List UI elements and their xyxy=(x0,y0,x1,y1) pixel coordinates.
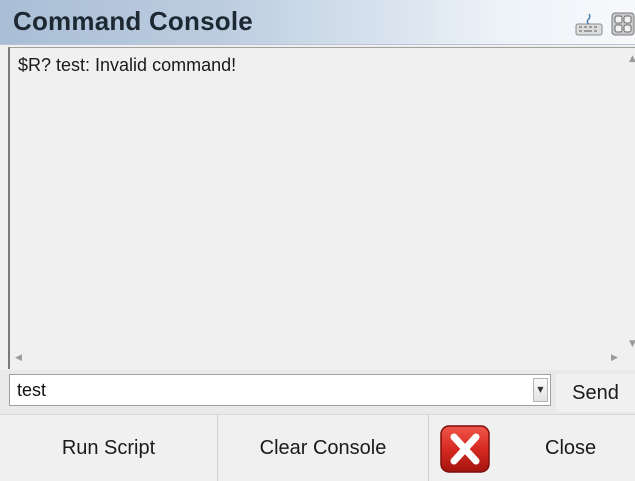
close-x-icon xyxy=(440,425,490,473)
grid-icon[interactable] xyxy=(611,12,635,36)
console-output[interactable]: $R? test: Invalid command! ▲ ▼ ◀ ▶ xyxy=(8,47,635,369)
command-input[interactable] xyxy=(10,375,530,405)
command-combobox[interactable]: ▼ xyxy=(9,374,551,406)
run-script-button[interactable]: Run Script xyxy=(0,415,218,481)
title-bar: Command Console xyxy=(0,0,635,45)
command-console-window: Command Console $R? test: Invalid comman… xyxy=(0,0,635,481)
dropdown-arrow-icon[interactable]: ▼ xyxy=(533,378,548,402)
close-button[interactable]: Close xyxy=(429,415,635,481)
scroll-up-arrow-icon[interactable]: ▲ xyxy=(629,55,635,64)
clear-console-button[interactable]: Clear Console xyxy=(218,415,429,481)
scroll-down-arrow-icon[interactable]: ▼ xyxy=(629,340,635,349)
send-button[interactable]: Send xyxy=(556,374,635,412)
bottom-button-bar: Run Script Clear Console Close xyxy=(0,414,635,481)
console-output-line: $R? test: Invalid command! xyxy=(18,55,237,75)
close-button-label: Close xyxy=(545,437,597,459)
scroll-right-arrow-icon[interactable]: ▶ xyxy=(611,354,618,363)
command-input-row: ▼ Send xyxy=(0,370,635,414)
keyboard-icon[interactable] xyxy=(575,12,603,36)
window-title: Command Console xyxy=(13,6,253,36)
scroll-left-arrow-icon[interactable]: ◀ xyxy=(15,354,22,363)
